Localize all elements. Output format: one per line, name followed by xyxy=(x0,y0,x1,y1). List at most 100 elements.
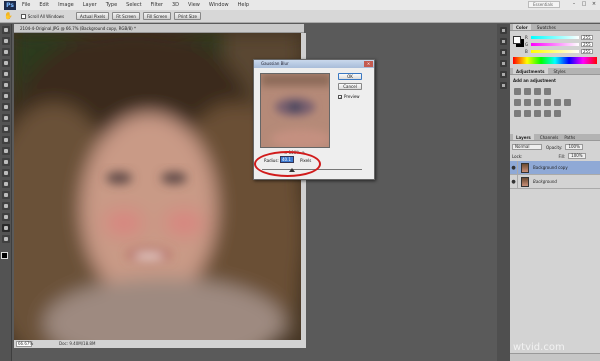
dialog-close-icon[interactable]: × xyxy=(364,61,373,67)
brightness-icon[interactable] xyxy=(514,88,521,95)
preview-checkbox-row[interactable]: ✓ Preview xyxy=(338,94,360,99)
exposure-icon[interactable] xyxy=(544,88,551,95)
eyedropper-tool-icon[interactable] xyxy=(2,81,10,89)
invert-icon[interactable] xyxy=(514,110,521,117)
gradient-tool-icon[interactable] xyxy=(2,147,10,155)
crop-tool-icon[interactable] xyxy=(2,70,10,78)
menu-file[interactable]: File xyxy=(22,2,30,8)
maximize-icon[interactable]: □ xyxy=(580,1,588,8)
green-slider[interactable] xyxy=(531,43,579,46)
blue-slider[interactable] xyxy=(531,50,579,53)
healing-brush-icon[interactable] xyxy=(2,92,10,100)
actions-panel-icon[interactable] xyxy=(500,82,507,89)
blur-tool-icon[interactable] xyxy=(2,158,10,166)
photo-filter-icon[interactable] xyxy=(554,99,561,106)
fill-screen-button[interactable]: Fill Screen xyxy=(142,12,172,20)
black-white-icon[interactable] xyxy=(544,99,551,106)
zoom-tool-icon[interactable] xyxy=(2,235,10,243)
paragraph-panel-icon[interactable] xyxy=(500,71,507,78)
color-fg-swatch[interactable] xyxy=(513,36,521,44)
green-slider-row[interactable]: G 255 xyxy=(525,42,595,47)
history-brush-icon[interactable] xyxy=(2,125,10,133)
character-panel-icon[interactable] xyxy=(500,60,507,67)
green-value[interactable]: 255 xyxy=(581,42,593,47)
visibility-eye-icon[interactable]: ● xyxy=(510,160,518,175)
brush-panel-icon[interactable] xyxy=(500,49,507,56)
zoom-level-field[interactable]: 66.67% xyxy=(16,341,33,347)
menu-image[interactable]: Image xyxy=(58,2,74,8)
tab-swatches[interactable]: Swatches xyxy=(537,24,556,30)
red-slider-row[interactable]: R 255 xyxy=(525,35,595,40)
scroll-all-checkbox[interactable] xyxy=(20,13,26,19)
color-balance-icon[interactable] xyxy=(534,99,541,106)
fit-screen-button[interactable]: Fit Screen xyxy=(112,12,140,20)
layers-panel: Layers Channels Paths Normal Opacity: 10… xyxy=(510,134,600,361)
document-tab[interactable]: 2104-4-Original.JPG @ 66.7% (Background … xyxy=(14,24,304,33)
minimize-icon[interactable]: – xyxy=(570,1,578,8)
red-value[interactable]: 255 xyxy=(581,35,593,40)
menu-select[interactable]: Select xyxy=(126,2,141,8)
clone-stamp-icon[interactable] xyxy=(2,114,10,122)
marquee-tool-icon[interactable] xyxy=(2,37,10,45)
opacity-field[interactable]: 100% xyxy=(565,144,583,150)
tab-color[interactable]: Color xyxy=(513,24,531,30)
blue-value[interactable]: 255 xyxy=(581,49,593,54)
brush-tool-icon[interactable] xyxy=(2,103,10,111)
layer-row-background[interactable]: ● Background xyxy=(510,174,600,189)
preview-checkbox[interactable]: ✓ xyxy=(338,94,342,99)
hand-tool-icon[interactable] xyxy=(2,224,10,232)
curves-icon[interactable] xyxy=(534,88,541,95)
threshold-icon[interactable] xyxy=(534,110,541,117)
tab-channels[interactable]: Channels xyxy=(540,134,559,140)
tab-styles[interactable]: Styles xyxy=(554,68,566,74)
red-slider[interactable] xyxy=(531,36,579,39)
tools-panel xyxy=(0,24,12,361)
layer-row-background-copy[interactable]: ● Background copy xyxy=(510,160,600,175)
levels-icon[interactable] xyxy=(524,88,531,95)
cancel-button[interactable]: Cancel xyxy=(338,83,362,90)
selective-color-icon[interactable] xyxy=(554,110,561,117)
posterize-icon[interactable] xyxy=(524,110,531,117)
ok-button[interactable]: OK xyxy=(338,73,362,80)
tab-layers[interactable]: Layers xyxy=(513,134,534,140)
lasso-tool-icon[interactable] xyxy=(2,48,10,56)
channel-mixer-icon[interactable] xyxy=(564,99,571,106)
gradient-map-icon[interactable] xyxy=(544,110,551,117)
path-select-icon[interactable] xyxy=(2,202,10,210)
type-tool-icon[interactable] xyxy=(2,191,10,199)
close-icon[interactable]: × xyxy=(590,1,598,8)
menu-filter[interactable]: Filter xyxy=(151,2,163,8)
color-spectrum[interactable] xyxy=(513,57,597,64)
print-size-button[interactable]: Print Size xyxy=(174,12,201,20)
hue-saturation-icon[interactable] xyxy=(524,99,531,106)
blend-mode-select[interactable]: Normal xyxy=(512,144,542,150)
menu-edit[interactable]: Edit xyxy=(39,2,49,8)
vibrance-icon[interactable] xyxy=(514,99,521,106)
actual-pixels-button[interactable]: Actual Pixels xyxy=(76,12,110,20)
quick-select-tool-icon[interactable] xyxy=(2,59,10,67)
fill-field[interactable]: 100% xyxy=(568,153,586,159)
menu-help[interactable]: Help xyxy=(238,2,249,8)
photoshop-logo: Ps xyxy=(4,0,16,10)
menu-window[interactable]: Window xyxy=(209,2,229,8)
dodge-tool-icon[interactable] xyxy=(2,169,10,177)
blue-slider-row[interactable]: B 255 xyxy=(525,49,595,54)
foreground-color-swatch[interactable] xyxy=(1,252,8,259)
shape-tool-icon[interactable] xyxy=(2,213,10,221)
blur-preview[interactable] xyxy=(260,73,330,148)
right-panels: Color Swatches R 255 G 255 B 255 Adjustm… xyxy=(510,24,600,361)
menu-view[interactable]: View xyxy=(188,2,200,8)
move-tool-icon[interactable] xyxy=(2,26,10,34)
pen-tool-icon[interactable] xyxy=(2,180,10,188)
lock-row: Lock: Fill: 100% xyxy=(512,153,586,159)
history-panel-icon[interactable] xyxy=(500,27,507,34)
workspace-switcher[interactable]: Essentials xyxy=(528,1,560,8)
visibility-eye-icon[interactable]: ● xyxy=(510,174,518,189)
properties-panel-icon[interactable] xyxy=(500,38,507,45)
eraser-tool-icon[interactable] xyxy=(2,136,10,144)
menu-3d[interactable]: 3D xyxy=(172,2,179,8)
menu-type[interactable]: Type xyxy=(106,2,117,8)
menu-layer[interactable]: Layer xyxy=(83,2,97,8)
tab-paths[interactable]: Paths xyxy=(564,134,575,140)
tab-adjustments[interactable]: Adjustments xyxy=(513,68,548,74)
